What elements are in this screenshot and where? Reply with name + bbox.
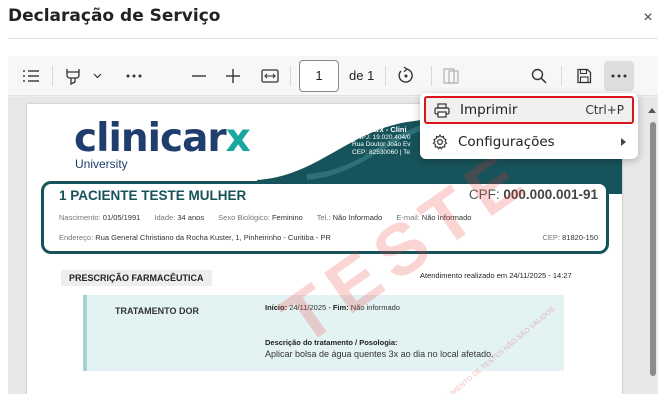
page-view-icon[interactable] bbox=[440, 64, 462, 88]
print-shortcut: Ctrl+P bbox=[585, 103, 624, 117]
more-horizontal-icon[interactable] bbox=[123, 64, 145, 88]
menu-item-print[interactable]: Imprimir Ctrl+P bbox=[424, 96, 634, 124]
toolbar-separator bbox=[431, 66, 432, 86]
gear-icon bbox=[432, 134, 458, 150]
brand-logo: clinicarx University bbox=[74, 116, 251, 172]
dialog-title: Declaração de Serviço bbox=[8, 6, 221, 26]
pdf-toolbar: 1 de 1 bbox=[8, 56, 658, 96]
zoom-in-icon[interactable] bbox=[222, 64, 244, 88]
toolbar-separator bbox=[385, 66, 386, 86]
attendance-datetime: Atendimento realizado em 24/11/2025 - 14… bbox=[420, 271, 572, 280]
brand-name-accent: x bbox=[225, 116, 251, 161]
prescription-section-label: PRESCRIÇÃO FARMACÊUTICA bbox=[61, 270, 212, 286]
print-label: Imprimir bbox=[460, 102, 518, 118]
treatment-title: TRATAMENTO DOR bbox=[115, 306, 199, 316]
toolbar-separator bbox=[561, 66, 562, 86]
more-options-icon[interactable] bbox=[608, 64, 630, 88]
divider bbox=[8, 38, 658, 39]
vertical-scrollbar[interactable] bbox=[648, 108, 656, 394]
toolbar-separator bbox=[290, 66, 291, 86]
patient-cep: CEP: 81820-150 bbox=[542, 233, 598, 242]
patient-name: 1 PACIENTE TESTE MULHER bbox=[59, 188, 247, 203]
clinic-address: Rua Doutor João Ev bbox=[352, 141, 411, 148]
clinic-info: Clinicarx - Clini CNPJ: 19.020.404/0 Rua… bbox=[352, 126, 411, 156]
fit-width-icon[interactable] bbox=[258, 64, 282, 88]
clinic-cnpj: CNPJ: 19.020.404/0 bbox=[352, 133, 411, 141]
chevron-down-icon[interactable] bbox=[90, 64, 104, 88]
settings-label: Configurações bbox=[458, 134, 555, 150]
close-icon[interactable]: × bbox=[639, 9, 657, 27]
scroll-up-arrow-icon[interactable] bbox=[648, 108, 656, 113]
submenu-arrow-icon bbox=[621, 138, 626, 146]
highlighter-icon[interactable] bbox=[62, 64, 84, 88]
menu-item-settings[interactable]: Configurações bbox=[424, 128, 634, 156]
search-icon[interactable] bbox=[528, 64, 550, 88]
printer-icon bbox=[434, 102, 460, 118]
page-total-label: de 1 bbox=[349, 68, 375, 83]
dialog: Declaração de Serviço × 1 de 1 clinicarx… bbox=[0, 0, 663, 394]
toolbar-separator bbox=[52, 66, 53, 86]
list-icon[interactable] bbox=[20, 64, 42, 88]
zoom-out-icon[interactable] bbox=[188, 64, 210, 88]
save-icon[interactable] bbox=[573, 64, 595, 88]
patient-address-row: Endereço: Rua General Christiano da Roch… bbox=[59, 233, 331, 242]
more-options-menu: Imprimir Ctrl+P Configurações bbox=[420, 93, 638, 159]
clinic-cep: CEP: 82530060 | Te bbox=[352, 148, 410, 156]
brand-name: clinicar bbox=[74, 116, 227, 161]
clinic-name: Clinicarx - Clini bbox=[352, 125, 407, 134]
scrollbar-thumb[interactable] bbox=[650, 122, 656, 376]
rotate-icon[interactable] bbox=[395, 64, 417, 88]
treatment-description: Aplicar bolsa de água quentes 3x ao dia … bbox=[265, 349, 494, 359]
page-number-input[interactable]: 1 bbox=[299, 60, 339, 92]
